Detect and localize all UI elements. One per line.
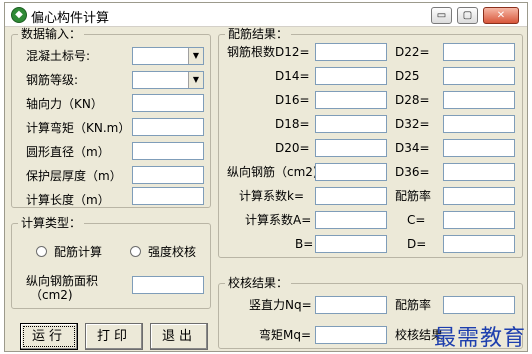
minimize-button[interactable]: ▭ (431, 7, 452, 24)
d20-label: D20= (275, 141, 310, 155)
diameter-input[interactable] (132, 142, 204, 160)
d34-output[interactable] (443, 139, 515, 157)
long-steel-output[interactable] (315, 163, 387, 181)
ratio-output[interactable] (443, 187, 515, 205)
concrete-grade-select[interactable]: ▼ (132, 47, 204, 65)
c-output[interactable] (443, 211, 515, 229)
concrete-grade-label: 混凝土标号: (26, 49, 91, 63)
d36-label: D36= (395, 165, 430, 179)
calc-type-title: 计算类型： (18, 216, 85, 230)
mq-label: 弯矩Mq= (259, 328, 312, 342)
check-ratio-output[interactable] (443, 296, 515, 314)
design-option-label[interactable]: 配筋计算 (54, 245, 102, 259)
d22-output[interactable] (443, 43, 515, 61)
check-radio[interactable] (130, 246, 141, 257)
nq-label: 竖直力Nq= (249, 298, 312, 312)
moment-label: 计算弯矩（KN.m） (26, 121, 131, 135)
app-icon: ◆ (11, 7, 27, 23)
chevron-down-icon[interactable]: ▼ (188, 72, 203, 88)
d16-output[interactable] (315, 91, 387, 109)
coef-a-label: 计算系数A= (245, 213, 312, 227)
d20-output[interactable] (315, 139, 387, 157)
window-title: 偏心构件计算 (31, 11, 110, 26)
long-steel-label: 纵向钢筋（cm2) (227, 165, 318, 179)
cover-thickness-label: 保护层厚度（m） (26, 169, 122, 183)
d18-label: D18= (275, 117, 310, 131)
steel-area-label: 纵向钢筋面积 (26, 274, 99, 288)
coef-k-label: 计算系数k= (239, 189, 305, 203)
d14-output[interactable] (315, 67, 387, 85)
d36-output[interactable] (443, 163, 515, 181)
nq-output[interactable] (315, 296, 387, 314)
moment-input[interactable] (132, 118, 204, 136)
print-button[interactable]: 打印 (85, 323, 143, 350)
d22-label: D22= (395, 45, 430, 59)
d32-output[interactable] (443, 115, 515, 133)
chevron-down-icon[interactable]: ▼ (188, 48, 203, 64)
d12-label: 钢筋根数D12= (227, 45, 310, 59)
calc-type-group: 计算类型： 配筋计算 强度校核 纵向钢筋面积 （cm2) (11, 216, 211, 309)
close-button[interactable]: ✕ (483, 7, 519, 24)
run-button[interactable]: 运行 (20, 323, 78, 350)
watermark-text: 最需教育 (433, 326, 526, 351)
cover-thickness-input[interactable] (132, 166, 204, 184)
d25-output[interactable] (443, 67, 515, 85)
b-label: B= (295, 237, 314, 251)
axial-force-label: 轴向力（KN） (26, 97, 103, 111)
d12-output[interactable] (315, 43, 387, 61)
mq-output[interactable] (315, 326, 387, 344)
ratio-label: 配筋率 (395, 189, 432, 203)
steel-area-input[interactable] (132, 276, 204, 294)
d16-label: D16= (275, 93, 310, 107)
d-output[interactable] (443, 235, 515, 253)
data-input-group: 数据输入： 混凝土标号: ▼ 钢筋等级: ▼ 轴向力（KN） 计算弯矩（KN.m… (11, 27, 211, 208)
c-label: C= (407, 213, 426, 227)
diameter-label: 圆形直径（m） (26, 145, 110, 159)
d34-label: D34= (395, 141, 430, 155)
calc-length-label: 计算长度（m） (26, 193, 110, 207)
design-radio[interactable] (36, 246, 47, 257)
result-title: 配筋结果： (225, 27, 292, 41)
calc-length-input[interactable] (132, 187, 204, 205)
title-bar: ◆ 偏心构件计算 ▭ ▢ ✕ (5, 3, 527, 27)
main-window: ◆ 偏心构件计算 ▭ ▢ ✕ 数据输入： 混凝土标号: ▼ 钢筋等级: ▼ 轴向… (4, 2, 528, 352)
check-result-title: 校核结果： (225, 276, 292, 290)
coef-k-output[interactable] (315, 187, 387, 205)
reinforcement-result-group: 配筋结果： 钢筋根数D12= D22= D14= D25 D16= D28= D… (218, 27, 523, 258)
maximize-button[interactable]: ▢ (457, 7, 478, 24)
d18-output[interactable] (315, 115, 387, 133)
steel-area-unit-label: （cm2) (30, 288, 73, 302)
d28-output[interactable] (443, 91, 515, 109)
axial-force-input[interactable] (132, 94, 204, 112)
data-input-title: 数据输入： (18, 27, 85, 41)
d-label: D= (407, 237, 427, 251)
exit-button[interactable]: 退出 (150, 323, 208, 350)
d25-label: D25 (395, 69, 420, 83)
check-option-label[interactable]: 强度校核 (148, 245, 196, 259)
b-output[interactable] (315, 235, 387, 253)
d32-label: D32= (395, 117, 430, 131)
coef-a-output[interactable] (315, 211, 387, 229)
check-ratio-label: 配筋率 (395, 298, 432, 312)
d14-label: D14= (275, 69, 310, 83)
d28-label: D28= (395, 93, 430, 107)
steel-grade-label: 钢筋等级: (26, 73, 79, 87)
steel-grade-select[interactable]: ▼ (132, 71, 204, 89)
